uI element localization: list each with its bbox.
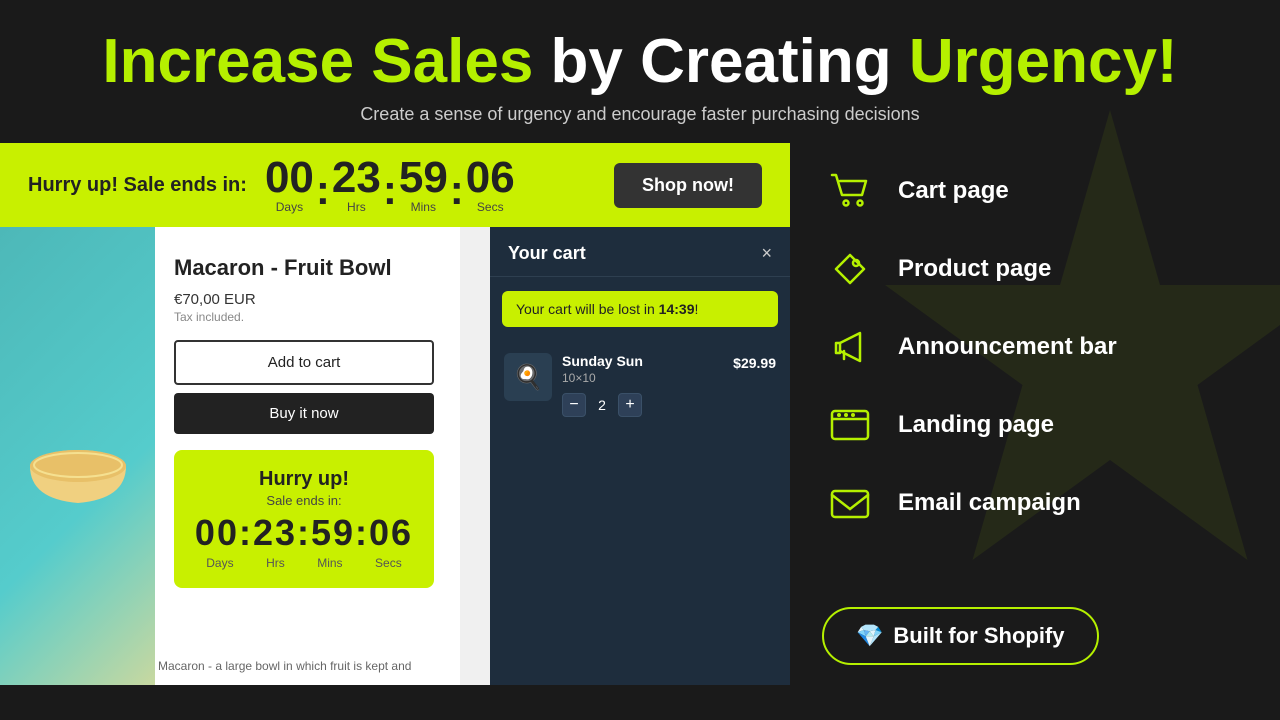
cart-item: 🍳 Sunday Sun 10×10 − 2 + $29.99 bbox=[490, 341, 790, 429]
sep1: : bbox=[314, 166, 332, 214]
heading-green2: Urgency! bbox=[892, 27, 1178, 96]
product-cart-area: Macaron - Fruit Bowl €70,00 EUR Tax incl… bbox=[0, 227, 790, 685]
hrs-group: 23 Hrs bbox=[332, 156, 381, 214]
email-campaign-icon bbox=[822, 475, 878, 531]
cart-panel: Your cart × Your cart will be lost in 14… bbox=[490, 227, 790, 685]
announcement-bar: Hurry up! Sale ends in: 00 Days : 23 Hrs… bbox=[0, 143, 790, 227]
landing-page-icon bbox=[822, 397, 878, 453]
right-panel-content: Cart page Product page bbox=[822, 163, 1248, 665]
hurry-up-box: Hurry up! Sale ends in: 00:23:59:06 Days… bbox=[174, 450, 434, 588]
hb-mins: Mins bbox=[317, 556, 342, 570]
page-header: Increase Sales by Creating Urgency! Crea… bbox=[0, 0, 1280, 143]
feature-label-cart-page: Cart page bbox=[898, 177, 1009, 205]
mins-label: Mins bbox=[411, 200, 436, 214]
hb-days: Days bbox=[206, 556, 233, 570]
hurry-box-subtitle: Sale ends in: bbox=[190, 493, 418, 508]
feature-label-announcement-bar: Announcement bar bbox=[898, 333, 1117, 361]
cart-page-icon bbox=[822, 163, 878, 219]
heading-green1: Increase Sales bbox=[102, 27, 533, 96]
feature-label-email-campaign: Email campaign bbox=[898, 489, 1081, 517]
quantity-increase-button[interactable]: + bbox=[618, 393, 642, 417]
cart-timer-text: Your cart will be lost in bbox=[516, 301, 659, 317]
main-layout: Hurry up! Sale ends in: 00 Days : 23 Hrs… bbox=[0, 143, 1280, 685]
feature-label-product-page: Product page bbox=[898, 255, 1051, 283]
days-label: Days bbox=[276, 200, 303, 214]
days-group: 00 Days bbox=[265, 156, 314, 214]
cart-item-price: $29.99 bbox=[733, 355, 776, 371]
product-panel: Macaron - Fruit Bowl €70,00 EUR Tax incl… bbox=[0, 227, 460, 685]
shopify-btn-label: Built for Shopify bbox=[893, 623, 1064, 649]
feature-item-product-page: Product page bbox=[822, 241, 1248, 297]
feature-item-landing-page: Landing page bbox=[822, 397, 1248, 453]
add-to-cart-button[interactable]: Add to cart bbox=[174, 340, 434, 385]
product-image bbox=[0, 227, 155, 685]
product-tax: Tax included. bbox=[174, 310, 444, 324]
quantity-decrease-button[interactable]: − bbox=[562, 393, 586, 417]
secs-group: 06 Secs bbox=[466, 156, 515, 214]
subtitle: Create a sense of urgency and encourage … bbox=[20, 104, 1260, 125]
mins-group: 59 Mins bbox=[399, 156, 448, 214]
secs-value: 06 bbox=[466, 156, 515, 200]
feature-item-cart-page: Cart page bbox=[822, 163, 1248, 219]
hurry-box-title: Hurry up! bbox=[190, 468, 418, 491]
feature-list: Cart page Product page bbox=[822, 163, 1248, 531]
days-value: 00 bbox=[265, 156, 314, 200]
heading-white: by Creating bbox=[533, 27, 891, 96]
quantity-value: 2 bbox=[594, 397, 610, 413]
cart-header: Your cart × bbox=[490, 227, 790, 277]
announcement-bar-icon bbox=[822, 319, 878, 375]
hurry-box-countdown: 00:23:59:06 bbox=[190, 512, 418, 554]
left-panel: Hurry up! Sale ends in: 00 Days : 23 Hrs… bbox=[0, 143, 790, 685]
feature-item-email-campaign: Email campaign bbox=[822, 475, 1248, 531]
cart-quantity-row: − 2 + bbox=[562, 393, 723, 417]
buy-now-button[interactable]: Buy it now bbox=[174, 393, 434, 434]
sep3: : bbox=[448, 166, 466, 214]
cart-item-info: Sunday Sun 10×10 − 2 + bbox=[562, 353, 723, 417]
cart-close-button[interactable]: × bbox=[761, 243, 772, 264]
secs-label: Secs bbox=[477, 200, 504, 214]
hrs-label: Hrs bbox=[347, 200, 366, 214]
right-panel: Cart page Product page bbox=[790, 143, 1280, 685]
cart-timer-end: ! bbox=[694, 301, 698, 317]
product-name: Macaron - Fruit Bowl bbox=[174, 255, 444, 281]
feature-item-announcement-bar: Announcement bar bbox=[822, 319, 1248, 375]
hurry-box-labels: Days Hrs Mins Secs bbox=[190, 556, 418, 570]
cart-item-name: Sunday Sun bbox=[562, 353, 723, 369]
hrs-value: 23 bbox=[332, 156, 381, 200]
cart-item-image: 🍳 bbox=[504, 353, 552, 401]
main-heading: Increase Sales by Creating Urgency! bbox=[20, 28, 1260, 96]
hb-secs: Secs bbox=[375, 556, 402, 570]
mins-value: 59 bbox=[399, 156, 448, 200]
shop-now-button[interactable]: Shop now! bbox=[614, 163, 762, 208]
feature-label-landing-page: Landing page bbox=[898, 411, 1054, 439]
shopify-button[interactable]: 💎 Built for Shopify bbox=[822, 607, 1099, 665]
hurry-up-text: Hurry up! Sale ends in: bbox=[28, 174, 247, 197]
product-page-icon bbox=[822, 241, 878, 297]
sep2: : bbox=[381, 166, 399, 214]
diamond-icon: 💎 bbox=[856, 623, 883, 649]
product-description: Macaron - a large bowl in which fruit is… bbox=[158, 659, 427, 673]
cart-timer-value: 14:39 bbox=[659, 301, 695, 317]
cart-title: Your cart bbox=[508, 243, 586, 264]
product-info: Macaron - Fruit Bowl €70,00 EUR Tax incl… bbox=[158, 227, 460, 604]
hb-hrs: Hrs bbox=[266, 556, 285, 570]
cart-item-variant: 10×10 bbox=[562, 371, 723, 385]
product-price: €70,00 EUR bbox=[174, 291, 444, 308]
cart-timer: Your cart will be lost in 14:39! bbox=[502, 291, 778, 327]
